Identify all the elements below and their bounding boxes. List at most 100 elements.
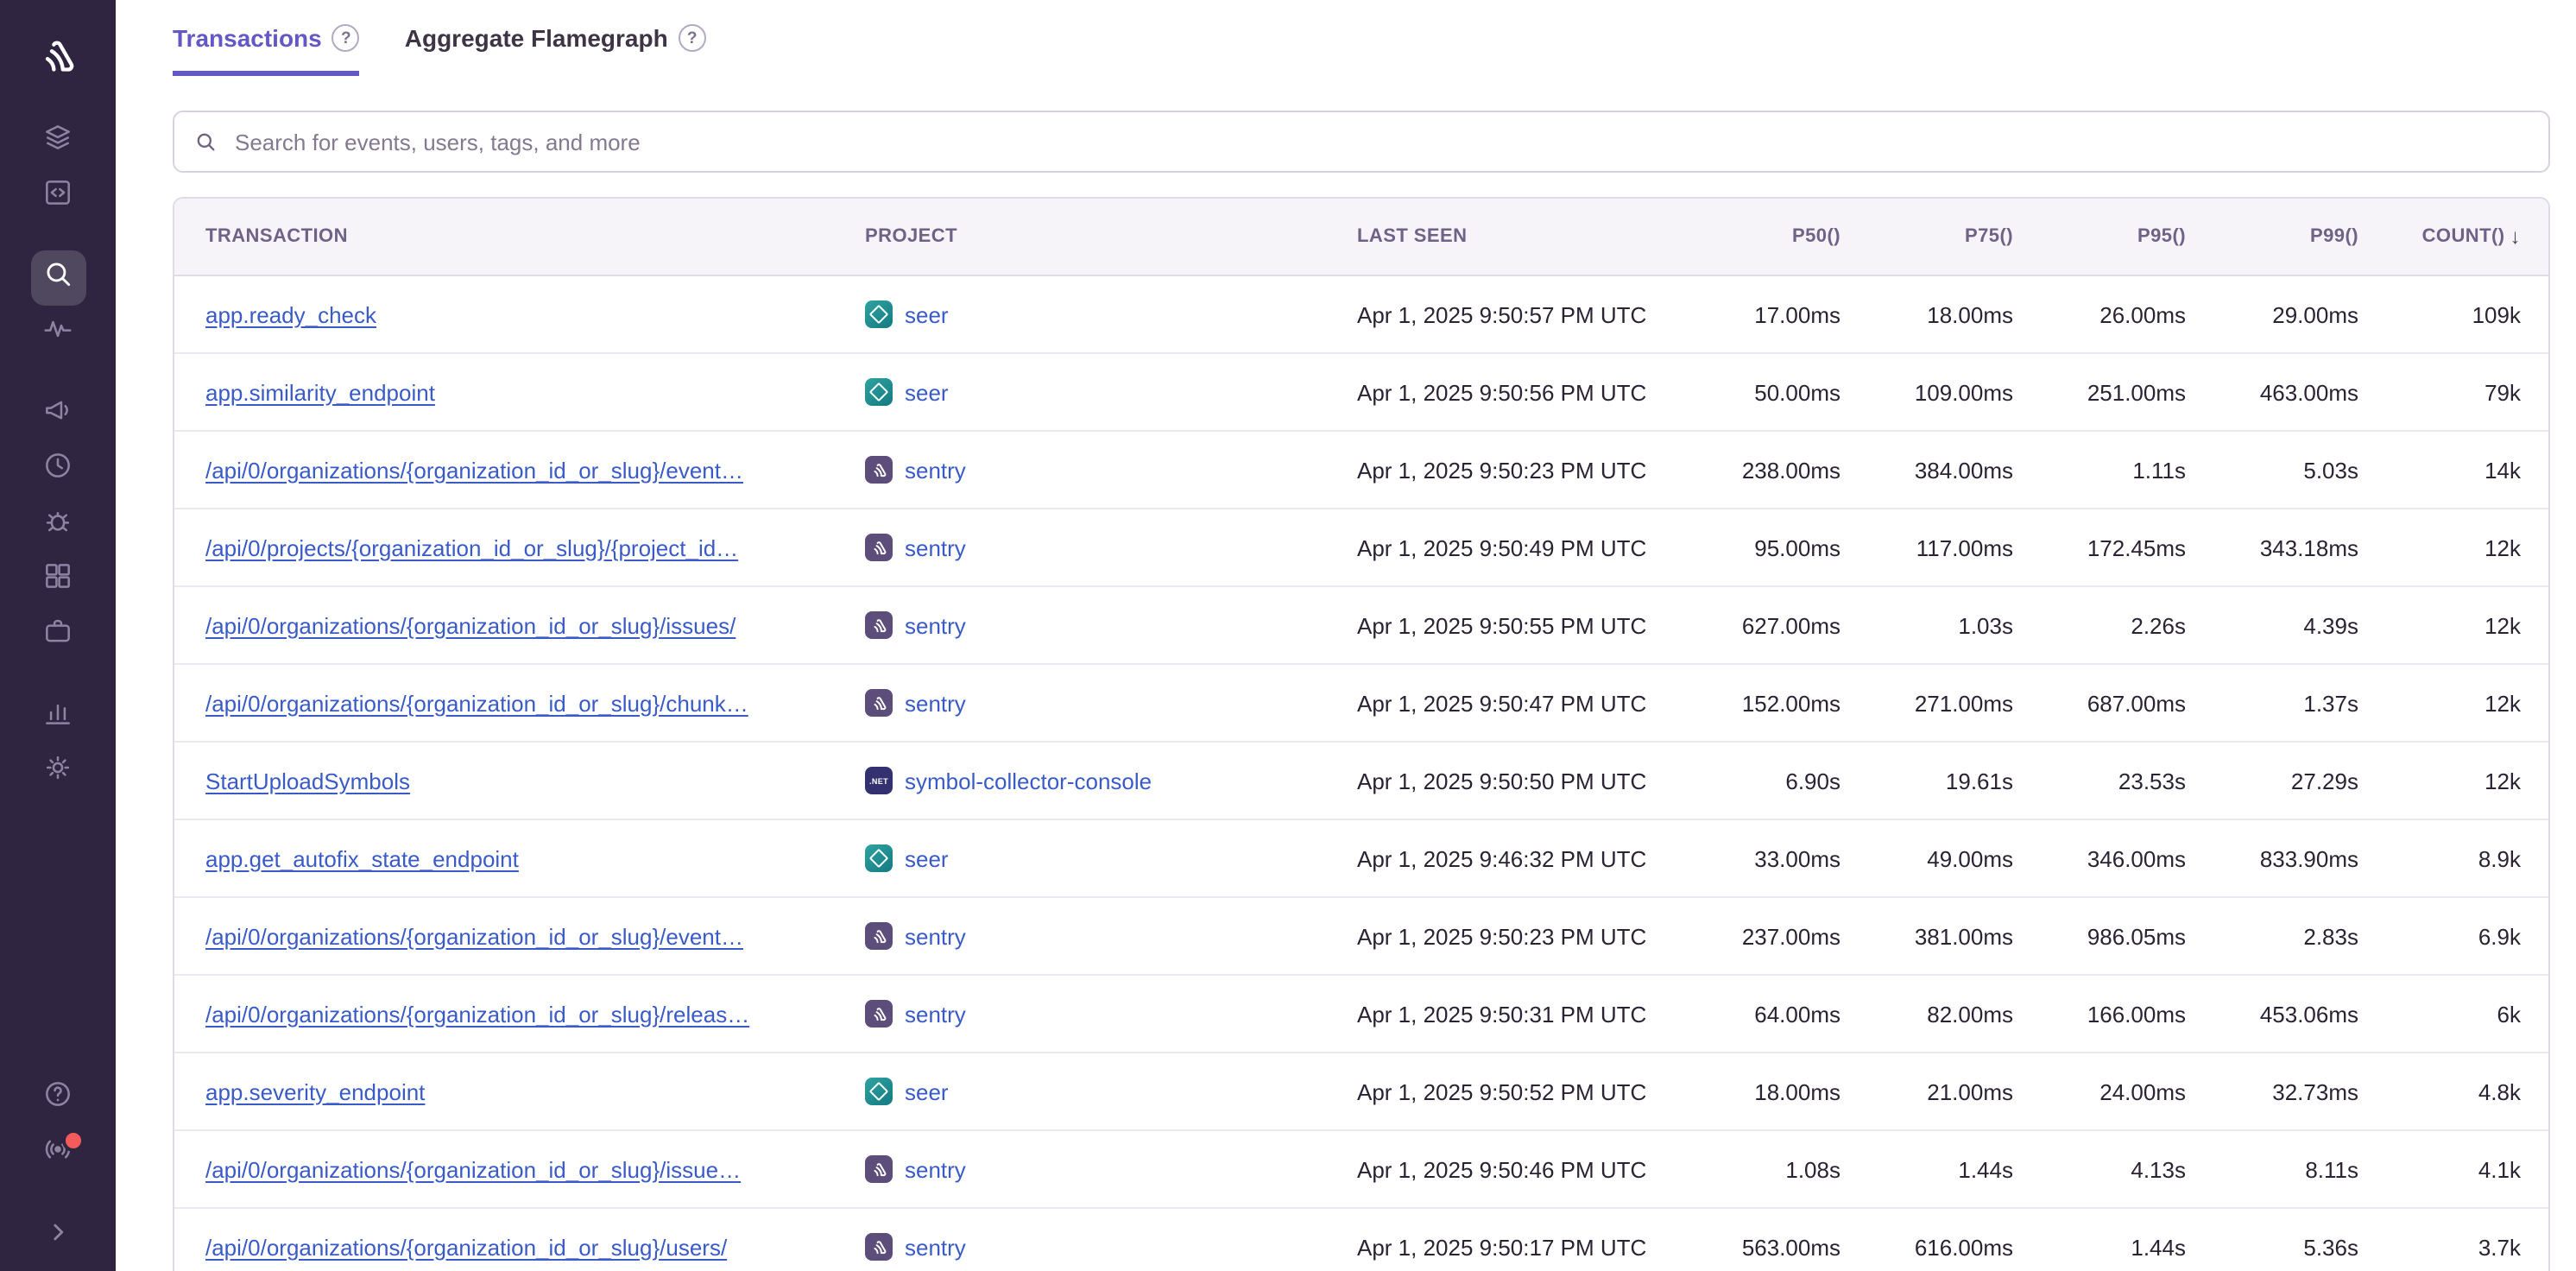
search-input[interactable] (231, 127, 2529, 156)
transaction-link[interactable]: StartUploadSymbols (205, 768, 410, 794)
sidebar-item-feedback[interactable] (30, 387, 85, 442)
project-link[interactable]: symbol-collector-console (905, 768, 1152, 794)
tab-aggregate-flamegraph[interactable]: Aggregate Flamegraph (405, 24, 706, 76)
column-header-project[interactable]: PROJECT (865, 226, 1357, 247)
column-header-p95[interactable]: P95() (2013, 226, 2186, 247)
project-link[interactable]: sentry (905, 923, 966, 949)
last-seen-cell: Apr 1, 2025 9:50:56 PM UTC (1357, 379, 1668, 405)
sidebar (0, 0, 116, 1271)
transactions-table: TRANSACTION PROJECT LAST SEEN P50() P75(… (173, 197, 2550, 1271)
transaction-link[interactable]: /api/0/organizations/{organization_id_or… (205, 457, 743, 483)
whats-new-button[interactable] (30, 1126, 85, 1181)
last-seen-cell: Apr 1, 2025 9:50:49 PM UTC (1357, 534, 1668, 560)
p95-cell: 166.00ms (2013, 1001, 2186, 1027)
project-link[interactable]: seer (905, 1078, 949, 1104)
project-link[interactable]: sentry (905, 690, 966, 716)
notification-dot (61, 1129, 84, 1152)
sidebar-item-dashboards[interactable] (30, 553, 85, 608)
p99-cell: 833.90ms (2186, 845, 2358, 871)
p75-cell: 18.00ms (1840, 301, 2013, 327)
last-seen-cell: Apr 1, 2025 9:50:31 PM UTC (1357, 1001, 1668, 1027)
help-circle-icon[interactable] (332, 24, 360, 52)
sidebar-item-traces[interactable] (30, 306, 85, 361)
help-circle-icon[interactable] (679, 24, 706, 52)
transaction-link[interactable]: app.similarity_endpoint (205, 379, 435, 405)
sidebar-item-projects[interactable] (30, 169, 85, 224)
table-row: /api/0/organizations/{organization_id_or… (174, 665, 2548, 743)
p95-cell: 23.53s (2013, 768, 2186, 794)
transaction-link[interactable]: /api/0/organizations/{organization_id_or… (205, 690, 748, 716)
project-link[interactable]: sentry (905, 1001, 966, 1027)
p99-cell: 453.06ms (2186, 1001, 2358, 1027)
transaction-link[interactable]: /api/0/organizations/{organization_id_or… (205, 923, 743, 949)
column-header-p99[interactable]: P99() (2186, 226, 2358, 247)
help-button[interactable] (30, 1071, 85, 1126)
p75-cell: 384.00ms (1840, 457, 2013, 483)
table-row: app.severity_endpoint .NET seer Apr 1, 2… (174, 1053, 2548, 1131)
transaction-link[interactable]: /api/0/organizations/{organization_id_or… (205, 612, 736, 638)
p50-cell: 50.00ms (1668, 379, 1840, 405)
project-link[interactable]: seer (905, 301, 949, 327)
table-row: /api/0/organizations/{organization_id_or… (174, 898, 2548, 976)
project-icon: .NET (865, 1078, 893, 1105)
sentry-logo[interactable] (22, 21, 94, 93)
table-header: TRANSACTION PROJECT LAST SEEN P50() P75(… (174, 199, 2548, 276)
p75-cell: 21.00ms (1840, 1078, 2013, 1104)
p75-cell: 82.00ms (1840, 1001, 2013, 1027)
p99-cell: 27.29s (2186, 768, 2358, 794)
project-link[interactable]: sentry (905, 1156, 966, 1182)
column-header-count[interactable]: COUNT() (2358, 224, 2548, 249)
sidebar-item-replays[interactable] (30, 442, 85, 497)
transaction-link[interactable]: app.get_autofix_state_endpoint (205, 845, 519, 871)
table-row: app.get_autofix_state_endpoint .NET seer… (174, 820, 2548, 898)
last-seen-cell: Apr 1, 2025 9:50:55 PM UTC (1357, 612, 1668, 638)
transaction-link[interactable]: /api/0/organizations/{organization_id_or… (205, 1234, 727, 1260)
project-link[interactable]: sentry (905, 534, 966, 560)
p99-cell: 32.73ms (2186, 1078, 2358, 1104)
tab-transactions[interactable]: Transactions (173, 24, 360, 76)
project-link[interactable]: seer (905, 379, 949, 405)
project-link[interactable]: sentry (905, 457, 966, 483)
search-bar[interactable] (173, 111, 2550, 173)
search-icon (193, 130, 218, 154)
count-cell: 109k (2358, 301, 2548, 327)
column-header-last-seen[interactable]: LAST SEEN (1357, 226, 1668, 247)
transaction-link[interactable]: /api/0/organizations/{organization_id_or… (205, 1156, 741, 1182)
p50-cell: 17.00ms (1668, 301, 1840, 327)
p75-cell: 117.00ms (1840, 534, 2013, 560)
column-header-p50[interactable]: P50() (1668, 226, 1840, 247)
sidebar-item-stats[interactable] (30, 689, 85, 744)
p95-cell: 1.11s (2013, 457, 2186, 483)
sidebar-item-issues[interactable] (30, 114, 85, 169)
tab-label: Aggregate Flamegraph (405, 24, 668, 52)
sidebar-item-settings[interactable] (30, 744, 85, 800)
p99-cell: 29.00ms (2186, 301, 2358, 327)
project-link[interactable]: sentry (905, 612, 966, 638)
table-row: app.ready_check .NET seer Apr 1, 2025 9:… (174, 276, 2548, 354)
column-header-p75[interactable]: P75() (1840, 226, 2013, 247)
last-seen-cell: Apr 1, 2025 9:50:17 PM UTC (1357, 1234, 1668, 1260)
p50-cell: 627.00ms (1668, 612, 1840, 638)
p75-cell: 1.44s (1840, 1156, 2013, 1182)
sidebar-item-insights[interactable] (30, 608, 85, 663)
sidebar-item-alerts[interactable] (30, 497, 85, 553)
transaction-link[interactable]: app.ready_check (205, 301, 376, 327)
p99-cell: 2.83s (2186, 923, 2358, 949)
p99-cell: 4.39s (2186, 612, 2358, 638)
project-icon: .NET (865, 689, 893, 717)
p95-cell: 346.00ms (2013, 845, 2186, 871)
project-link[interactable]: seer (905, 845, 949, 871)
project-link[interactable]: sentry (905, 1234, 966, 1260)
sidebar-collapse-button[interactable] (30, 1209, 85, 1264)
p95-cell: 172.45ms (2013, 534, 2186, 560)
column-header-transaction[interactable]: TRANSACTION (174, 226, 865, 247)
transaction-link[interactable]: app.severity_endpoint (205, 1078, 425, 1104)
p50-cell: 6.90s (1668, 768, 1840, 794)
transaction-link[interactable]: /api/0/organizations/{organization_id_or… (205, 1001, 749, 1027)
project-icon: .NET (865, 767, 893, 794)
sidebar-item-explore[interactable] (30, 250, 85, 306)
transaction-link[interactable]: /api/0/projects/{organization_id_or_slug… (205, 534, 738, 560)
sentry-project-logo (869, 616, 888, 635)
count-cell: 6k (2358, 1001, 2548, 1027)
sentry-project-logo (869, 926, 888, 945)
